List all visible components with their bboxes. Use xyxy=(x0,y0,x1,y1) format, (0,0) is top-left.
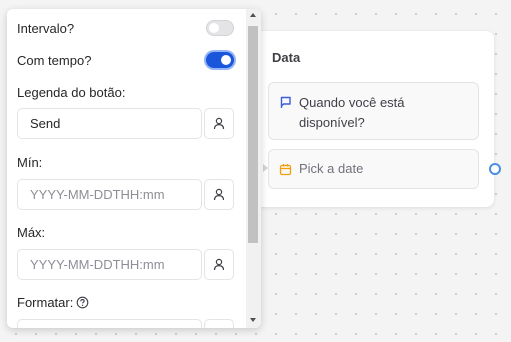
scrollbar-thumb[interactable] xyxy=(248,26,258,243)
toggle-knob xyxy=(209,23,219,33)
output-handle[interactable] xyxy=(489,163,501,175)
user-variable-icon xyxy=(213,258,225,271)
question-block[interactable]: Quando você está disponível? xyxy=(268,82,479,140)
node-title: Data xyxy=(272,50,301,65)
button-label-label: Legenda do botão: xyxy=(17,85,126,100)
scroll-up-arrow-icon[interactable] xyxy=(250,13,256,17)
min-date-input[interactable]: YYYY-MM-DDTHH:mm xyxy=(17,179,202,210)
format-label: Formatar: xyxy=(17,295,89,310)
with-time-toggle[interactable] xyxy=(206,52,234,68)
date-settings-popover: Intervalo? Com tempo? Legenda do botão: … xyxy=(7,9,261,328)
date-input-node[interactable]: Data Quando você está disponível? Pick a… xyxy=(255,31,494,207)
format-input[interactable] xyxy=(17,319,202,328)
scroll-down-arrow-icon[interactable] xyxy=(250,318,256,322)
calendar-icon xyxy=(279,164,292,176)
message-flag-icon xyxy=(280,96,291,108)
variable-button[interactable] xyxy=(204,108,234,139)
variable-button[interactable] xyxy=(204,249,234,280)
toggle-knob xyxy=(221,55,231,65)
max-label: Máx: xyxy=(17,225,46,240)
variable-button[interactable] xyxy=(204,319,234,328)
min-label: Mín: xyxy=(17,155,43,170)
date-placeholder: Pick a date xyxy=(299,161,364,176)
button-label-input[interactable]: Send xyxy=(17,108,202,139)
date-input-block[interactable]: Pick a date xyxy=(268,149,479,189)
variable-button[interactable] xyxy=(204,179,234,210)
user-variable-icon xyxy=(213,117,225,130)
interval-label: Intervalo? xyxy=(17,21,75,36)
block-connector-arrow xyxy=(263,164,268,172)
format-label-text: Formatar: xyxy=(17,295,74,310)
user-variable-icon xyxy=(213,188,225,201)
max-date-input[interactable]: YYYY-MM-DDTHH:mm xyxy=(17,249,202,280)
question-text: Quando você está disponível? xyxy=(299,95,405,130)
with-time-label: Com tempo? xyxy=(17,53,92,68)
interval-toggle[interactable] xyxy=(206,20,234,36)
help-circle-icon[interactable] xyxy=(76,296,89,309)
